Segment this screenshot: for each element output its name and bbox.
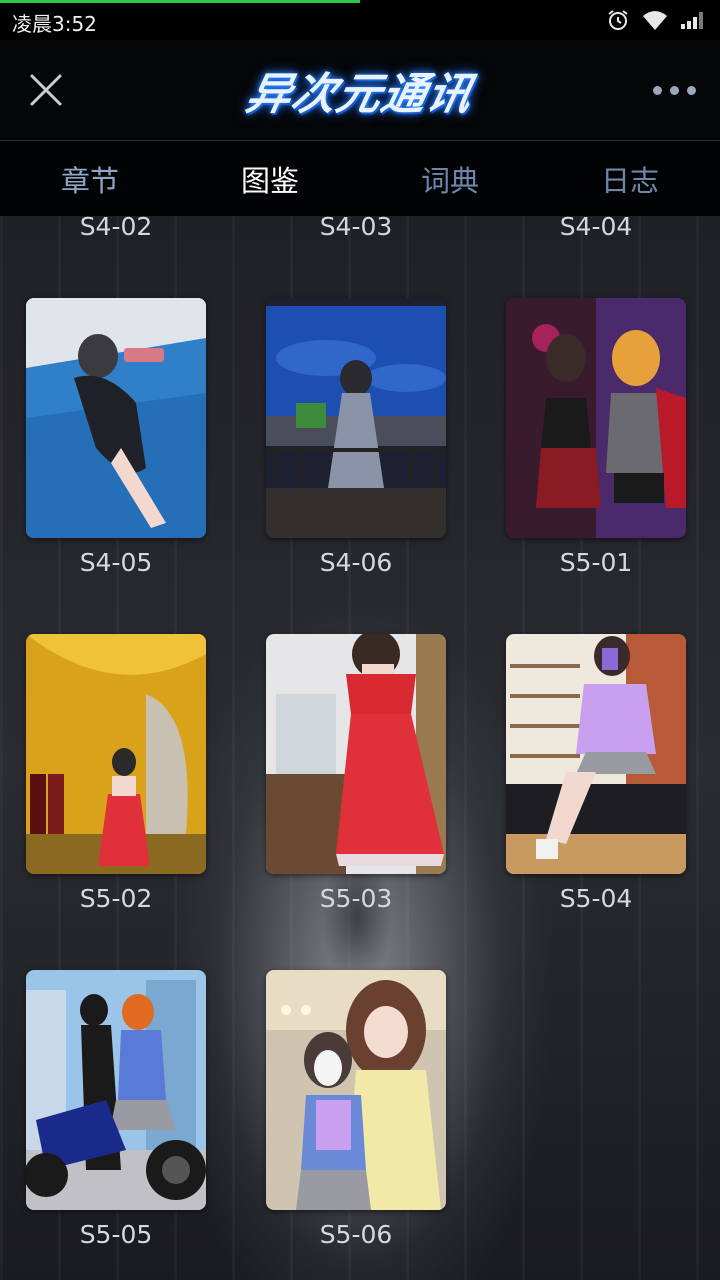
- card-label: S5-04: [559, 884, 633, 913]
- card-label: S4-06: [319, 548, 393, 577]
- gallery-card-s4-05[interactable]: [26, 298, 206, 538]
- gallery-card-s5-02[interactable]: [26, 634, 206, 874]
- close-icon: [30, 74, 62, 106]
- status-time: 凌晨3:52: [12, 12, 97, 36]
- gallery-card-s5-01[interactable]: [506, 298, 686, 538]
- motorbike-scene-image: [26, 970, 206, 1210]
- gallery-card-s5-03[interactable]: [266, 634, 446, 874]
- red-dress-scene-image: [266, 634, 446, 874]
- app-header: 异次元通讯: [0, 40, 720, 141]
- duo-night-scene-image: [506, 298, 686, 538]
- pool-scene-image: [26, 298, 206, 538]
- tab-log[interactable]: 日志: [540, 141, 720, 216]
- mask-selfie-scene-image: [266, 970, 446, 1210]
- gallery-card-s5-05[interactable]: [26, 970, 206, 1210]
- card-label: S4-05: [79, 548, 153, 577]
- more-dots-icon: [652, 85, 662, 95]
- more-dots-icon: [669, 85, 679, 95]
- tab-dictionary[interactable]: 词典: [360, 141, 540, 216]
- close-button[interactable]: [18, 62, 74, 118]
- status-bar: 凌晨3:52: [0, 0, 720, 40]
- gallery-card-s5-06[interactable]: [266, 970, 446, 1210]
- yellow-hall-scene-image: [26, 634, 206, 874]
- signal-icon: [680, 10, 706, 30]
- card-label: S4-03: [319, 216, 393, 241]
- more-dots-icon: [686, 85, 696, 95]
- shoe-store-scene-image: [506, 634, 686, 874]
- card-label: S5-06: [319, 1220, 393, 1249]
- tab-chapters[interactable]: 章节: [0, 141, 180, 216]
- tab-gallery[interactable]: 图鉴: [180, 141, 360, 216]
- logo-text: 异次元通讯: [241, 69, 477, 120]
- tab-bar: 章节 图鉴 词典 日志: [0, 141, 720, 216]
- card-label: S4-02: [79, 216, 153, 241]
- card-label: S5-01: [559, 548, 633, 577]
- page-load-progress: [0, 0, 360, 3]
- balcony-scene-image: [266, 298, 446, 538]
- wifi-icon: [642, 9, 668, 31]
- card-label: S5-03: [319, 884, 393, 913]
- more-button[interactable]: [644, 70, 704, 110]
- gallery-card-s4-06[interactable]: [266, 298, 446, 538]
- gallery-card-s5-04[interactable]: [506, 634, 686, 874]
- card-label: S5-05: [79, 1220, 153, 1249]
- app-logo: 异次元通讯: [232, 52, 488, 128]
- status-icons: [606, 8, 706, 32]
- card-label: S4-04: [559, 216, 633, 241]
- gallery-grid[interactable]: S4-02 S4-03 S4-04 S4-05 S4-06 S5-01 S5-0…: [0, 216, 720, 1280]
- card-label: S5-02: [79, 884, 153, 913]
- alarm-icon: [606, 8, 630, 32]
- screen: 凌晨3:52 异次元通讯 章节 图鉴 词典 日志 S4-02 S4-03 S4-…: [0, 0, 720, 1280]
